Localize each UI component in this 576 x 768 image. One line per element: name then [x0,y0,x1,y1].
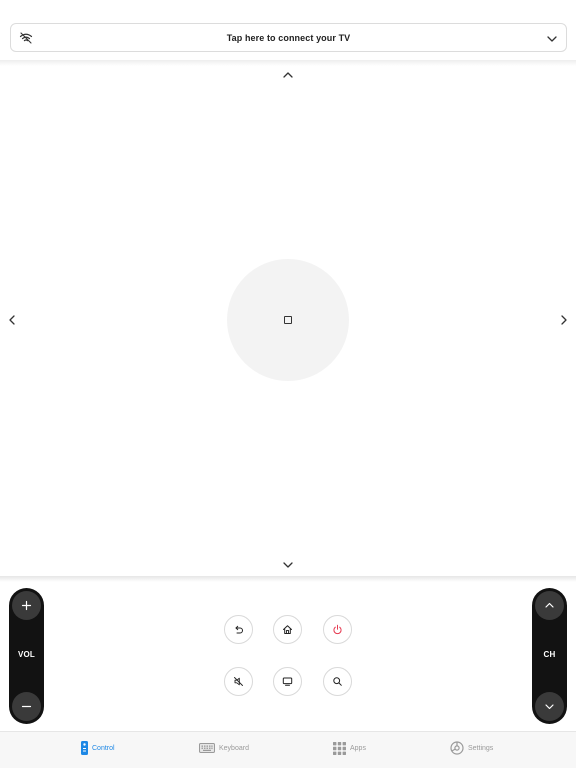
tab-apps[interactable]: Apps [333,740,366,756]
chevron-up-icon [545,602,554,608]
channel-label: CH [543,650,556,659]
tv-input-icon [282,677,293,686]
keyboard-icon [199,743,215,753]
settings-icon [450,741,464,755]
channel-down-button[interactable] [535,692,564,721]
back-button[interactable] [224,615,253,644]
top-divider [0,60,576,66]
volume-label: VOL [17,650,36,659]
tab-settings-label: Settings [468,744,494,752]
panel-divider [0,576,576,582]
home-button[interactable] [273,615,302,644]
remote-icon [81,741,88,755]
power-button[interactable] [323,615,352,644]
chevron-down-icon [546,32,558,44]
minus-icon [21,705,32,708]
tab-bar: Control Keyboard Apps Settings [0,731,576,768]
dpad-right-button[interactable] [558,314,570,326]
mute-icon [234,677,243,686]
square-icon [284,316,292,324]
plus-icon [21,600,32,611]
ok-button[interactable] [227,259,349,381]
volume-rocker: VOL [9,588,44,724]
tab-settings[interactable]: Settings [450,740,493,756]
tab-keyboard-label: Keyboard [219,744,249,752]
search-button[interactable] [323,667,352,696]
search-icon [333,677,342,686]
tab-control-label: Control [92,744,115,752]
chevron-down-icon [545,704,554,710]
volume-up-button[interactable] [12,591,41,620]
channel-rocker: CH [532,588,567,724]
home-icon [283,625,292,634]
volume-down-button[interactable] [12,692,41,721]
dpad-left-button[interactable] [6,314,18,326]
dpad-down-button[interactable] [282,559,294,571]
channel-up-button[interactable] [535,591,564,620]
back-arrow-icon [235,625,243,634]
input-button[interactable] [273,667,302,696]
tab-keyboard[interactable]: Keyboard [199,740,249,756]
connect-tv-label: Tap here to connect your TV [226,32,351,43]
tab-apps-label: Apps [350,744,366,752]
wifi-icon [19,31,33,45]
power-icon [333,624,342,635]
tab-control[interactable]: Control [81,740,115,756]
mute-button[interactable] [224,667,253,696]
dpad-up-button[interactable] [282,69,294,81]
connect-tv-bar[interactable]: Tap here to connect your TV [10,23,567,52]
apps-grid-icon [333,741,346,755]
